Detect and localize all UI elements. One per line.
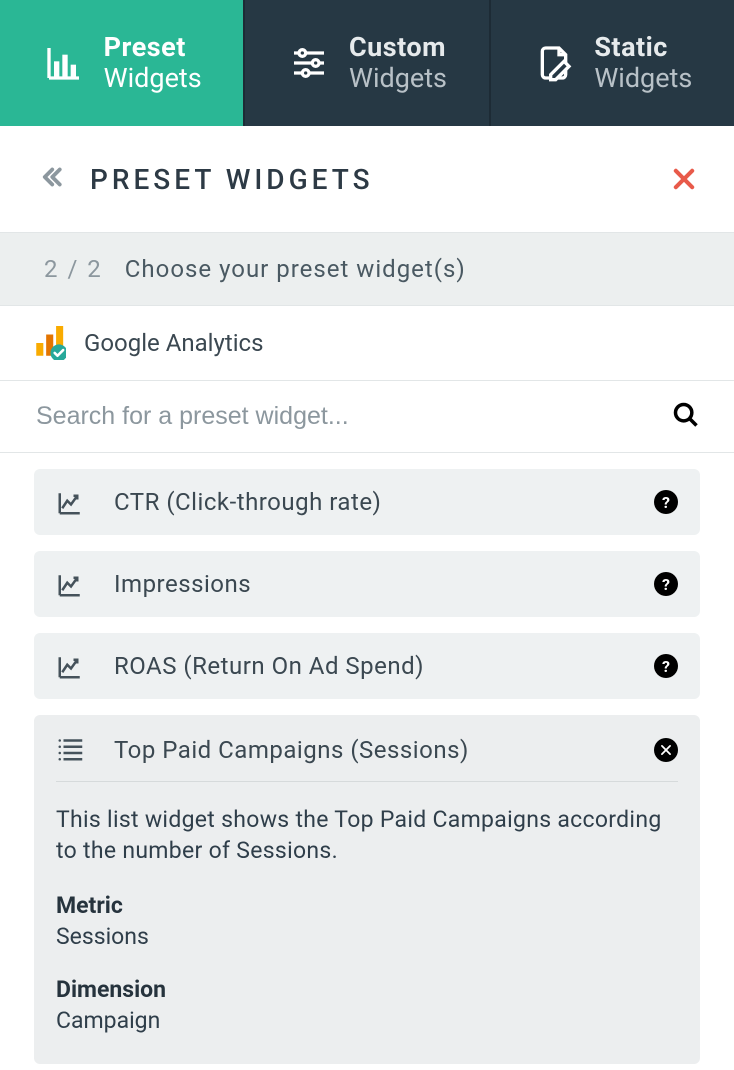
line-chart-icon: [56, 651, 86, 681]
step-bar: 2 / 2 Choose your preset widget(s): [0, 232, 734, 306]
back-chevron-icon[interactable]: [36, 162, 66, 196]
widget-description: This list widget shows the Top Paid Camp…: [56, 804, 678, 866]
widget-item-ctr[interactable]: CTR (Click-through rate) ?: [34, 469, 700, 535]
tab-title: Static: [594, 32, 692, 63]
widget-dimension: Dimension Campaign: [56, 976, 678, 1034]
sliders-icon: [287, 41, 331, 85]
tab-title: Custom: [349, 32, 447, 63]
data-source-name: Google Analytics: [84, 329, 264, 357]
tab-custom-widgets[interactable]: Custom Widgets: [245, 0, 488, 126]
metric-label: Metric: [56, 892, 678, 919]
help-icon[interactable]: ?: [654, 490, 678, 514]
doc-pencil-icon: [532, 41, 576, 85]
search-icon: [672, 417, 700, 432]
preset-widget-list: CTR (Click-through rate) ? Impressions ?…: [0, 453, 734, 1064]
help-icon[interactable]: ?: [654, 572, 678, 596]
help-icon[interactable]: ?: [654, 654, 678, 678]
tab-title: Preset: [104, 32, 202, 63]
bar-chart-icon: [42, 41, 86, 85]
search-button[interactable]: [666, 395, 706, 438]
dimension-label: Dimension: [56, 976, 678, 1003]
step-counter: 2 / 2: [44, 255, 103, 283]
search-row: [0, 381, 734, 453]
widget-item-roas[interactable]: ROAS (Return On Ad Spend) ?: [34, 633, 700, 699]
tab-preset-widgets[interactable]: Preset Widgets: [0, 0, 243, 126]
metric-value: Sessions: [56, 923, 678, 950]
search-input[interactable]: [36, 402, 666, 431]
widget-type-tabs: Preset Widgets Custom Widgets Static Wid…: [0, 0, 734, 126]
widget-name: CTR (Click-through rate): [114, 488, 626, 516]
widget-name: ROAS (Return On Ad Spend): [114, 652, 626, 680]
widget-item-impressions[interactable]: Impressions ?: [34, 551, 700, 617]
widget-name: Impressions: [114, 570, 626, 598]
data-source-row[interactable]: Google Analytics: [0, 306, 734, 381]
widget-item-header[interactable]: Top Paid Campaigns (Sessions): [56, 733, 678, 782]
tab-subtitle: Widgets: [349, 63, 447, 94]
collapse-icon[interactable]: [654, 738, 678, 762]
widget-metric: Metric Sessions: [56, 892, 678, 950]
widget-item-top-paid-campaigns-expanded: Top Paid Campaigns (Sessions) This list …: [34, 715, 700, 1064]
close-icon[interactable]: [670, 165, 698, 193]
panel-header: PRESET WIDGETS: [0, 126, 734, 232]
widget-panel: { "tabs": [ { "title": "Preset", "subtit…: [0, 0, 734, 1070]
tab-subtitle: Widgets: [104, 63, 202, 94]
tab-static-widgets[interactable]: Static Widgets: [491, 0, 734, 126]
google-analytics-icon: [32, 326, 66, 360]
widget-name: Top Paid Campaigns (Sessions): [114, 736, 626, 764]
tab-subtitle: Widgets: [594, 63, 692, 94]
step-description: Choose your preset widget(s): [125, 255, 466, 283]
line-chart-icon: [56, 487, 86, 517]
dimension-value: Campaign: [56, 1007, 678, 1034]
panel-title: PRESET WIDGETS: [90, 163, 670, 196]
list-icon: [56, 733, 86, 767]
line-chart-icon: [56, 569, 86, 599]
